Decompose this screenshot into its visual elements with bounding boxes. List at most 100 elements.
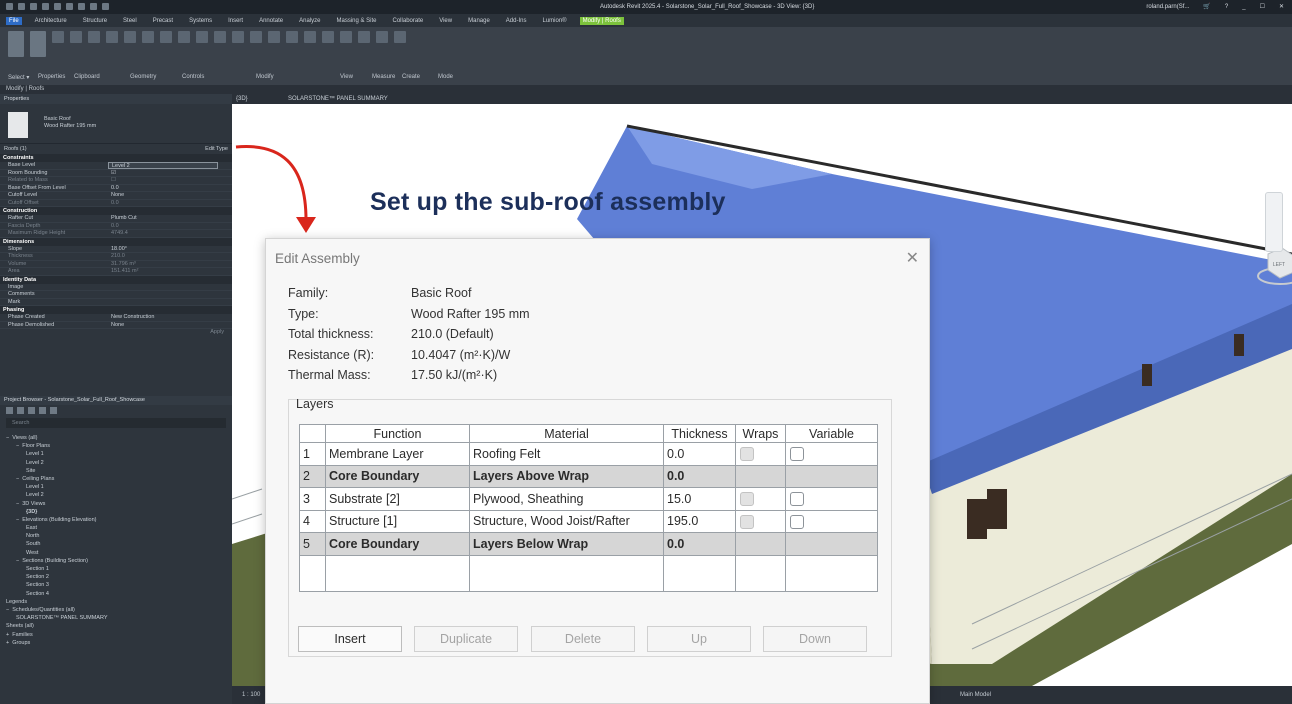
property-row[interactable]: Maximum Ridge Height 4749.4 bbox=[0, 230, 232, 238]
property-row[interactable]: Area 151.411 m² bbox=[0, 268, 232, 276]
layer-thickness[interactable]: 15.0 bbox=[663, 487, 736, 511]
tree-toggle-icon[interactable]: − bbox=[16, 476, 19, 482]
tab-insert[interactable]: Insert bbox=[225, 17, 246, 25]
property-value[interactable]: 31.796 m³ bbox=[108, 261, 232, 268]
property-row[interactable]: Base Level Level 2 bbox=[0, 162, 232, 170]
layer-thickness[interactable]: 0.0 bbox=[663, 532, 736, 556]
cope-icon[interactable] bbox=[124, 31, 136, 43]
browser-tree-item[interactable]: − Schedules/Quantities (all) bbox=[0, 606, 232, 614]
tree-toggle-icon[interactable]: + bbox=[6, 632, 9, 638]
table-row[interactable]: 4 Structure [1] Structure, Wood Joist/Raft… bbox=[299, 509, 878, 533]
browser-tree-item[interactable]: − Elevations (Building Elevation) bbox=[0, 516, 232, 524]
browser-tree-item[interactable]: North bbox=[0, 532, 232, 540]
rotate-icon[interactable] bbox=[214, 31, 226, 43]
property-section-header[interactable]: Constraints bbox=[0, 154, 232, 162]
property-section-header[interactable]: Phasing bbox=[0, 306, 232, 314]
property-section-header[interactable]: Construction bbox=[0, 207, 232, 215]
tab-collaborate[interactable]: Collaborate bbox=[390, 17, 427, 25]
property-row[interactable]: Phase Created New Construction bbox=[0, 314, 232, 322]
paste-icon[interactable] bbox=[52, 31, 64, 43]
revit-logo-icon[interactable] bbox=[6, 3, 13, 10]
browser-tree-item[interactable]: −3D Views bbox=[0, 500, 232, 508]
layer-function[interactable]: Membrane Layer bbox=[325, 442, 470, 466]
duplicate-button[interactable]: Duplicate bbox=[414, 626, 518, 652]
help-icon[interactable]: ? bbox=[1225, 0, 1228, 14]
property-value[interactable]: 151.411 m² bbox=[108, 268, 232, 275]
browser-tree-item[interactable]: Level 1 bbox=[0, 483, 232, 491]
property-row[interactable]: Cutoff Level None bbox=[0, 192, 232, 200]
layer-function[interactable]: Core Boundary bbox=[325, 464, 470, 488]
tab-view[interactable]: View bbox=[436, 17, 455, 25]
measure-icon[interactable] bbox=[78, 3, 85, 10]
browser-tree-item[interactable]: East bbox=[0, 524, 232, 532]
navigation-bar[interactable] bbox=[1265, 192, 1283, 252]
tree-toggle-icon[interactable]: − bbox=[16, 517, 19, 523]
browser-tree-item[interactable]: Section 1 bbox=[0, 565, 232, 573]
browser-tree-item[interactable]: − Floor Plans bbox=[0, 442, 232, 450]
edit-footprint-icon[interactable] bbox=[394, 31, 406, 43]
delete-button[interactable]: Delete bbox=[531, 626, 635, 652]
create-group-icon[interactable] bbox=[376, 31, 388, 43]
browser-tree-item[interactable]: Section 2 bbox=[0, 573, 232, 581]
layer-function[interactable]: Structure [1] bbox=[325, 509, 470, 533]
print-icon[interactable] bbox=[66, 3, 73, 10]
layer-thickness[interactable]: 0.0 bbox=[663, 464, 736, 488]
restore-button[interactable]: ☐ bbox=[1260, 0, 1265, 14]
property-value[interactable]: None bbox=[108, 322, 232, 329]
quick-access-toolbar[interactable] bbox=[6, 0, 109, 10]
tab-manage[interactable]: Manage bbox=[465, 17, 493, 25]
wraps-checkbox[interactable] bbox=[740, 447, 754, 462]
tab-add-ins[interactable]: Add-Ins bbox=[503, 17, 530, 25]
layer-material[interactable]: Roofing Felt bbox=[469, 442, 664, 466]
tree-toggle-icon[interactable]: − bbox=[6, 607, 9, 613]
layer-material[interactable]: Layers Above Wrap bbox=[469, 464, 664, 488]
browser-tool-icon[interactable] bbox=[28, 407, 35, 414]
browser-tree-item[interactable]: Sheets (all) bbox=[0, 622, 232, 630]
cut-icon[interactable] bbox=[70, 31, 82, 43]
scale-icon[interactable] bbox=[286, 31, 298, 43]
tab-lumion[interactable]: Lumion® bbox=[539, 17, 569, 25]
property-row[interactable]: Phase Demolished None bbox=[0, 322, 232, 329]
browser-tree-item[interactable]: Section 4 bbox=[0, 590, 232, 598]
hide-icon[interactable] bbox=[340, 31, 352, 43]
tree-toggle-icon[interactable]: − bbox=[16, 501, 19, 507]
property-row[interactable]: Related to Mass ☐ bbox=[0, 177, 232, 185]
tab-systems[interactable]: Systems bbox=[186, 17, 215, 25]
browser-tree-item[interactable]: South bbox=[0, 540, 232, 548]
table-row[interactable]: 1 Membrane Layer Roofing Felt 0.0 bbox=[299, 442, 878, 466]
open-icon[interactable] bbox=[18, 3, 25, 10]
browser-tree-item[interactable]: + Families bbox=[0, 631, 232, 639]
tab-massing-site[interactable]: Massing & Site bbox=[333, 17, 379, 25]
join-icon[interactable] bbox=[106, 31, 118, 43]
browser-tool-icon[interactable] bbox=[6, 407, 13, 414]
property-row[interactable]: Fascia Depth 0.0 bbox=[0, 223, 232, 230]
tab-analyze[interactable]: Analyze bbox=[296, 17, 323, 25]
browser-tree-item[interactable]: − Sections (Building Section) bbox=[0, 557, 232, 565]
close-window-button[interactable]: ✕ bbox=[1279, 0, 1284, 14]
text-icon[interactable] bbox=[90, 3, 97, 10]
table-row[interactable]: 2 Core Boundary Layers Above Wrap 0.0 bbox=[299, 464, 878, 488]
measure-tool-icon[interactable] bbox=[358, 31, 370, 43]
3d-view-icon[interactable] bbox=[102, 3, 109, 10]
undo-icon[interactable] bbox=[42, 3, 49, 10]
redo-icon[interactable] bbox=[54, 3, 61, 10]
wraps-checkbox[interactable] bbox=[740, 514, 754, 529]
tree-toggle-icon[interactable]: − bbox=[16, 443, 19, 449]
browser-tool-icon[interactable] bbox=[39, 407, 46, 414]
array-icon[interactable] bbox=[268, 31, 280, 43]
tab-structure[interactable]: Structure bbox=[80, 17, 110, 25]
tab-modify-roofs[interactable]: Modify | Roofs bbox=[579, 16, 624, 25]
layer-function[interactable]: Substrate [2] bbox=[325, 487, 470, 511]
browser-tree-item[interactable]: + Groups bbox=[0, 639, 232, 647]
property-row[interactable]: Comments bbox=[0, 291, 232, 299]
property-value[interactable] bbox=[108, 291, 232, 298]
properties-tool-icon[interactable] bbox=[30, 31, 46, 57]
insert-button[interactable]: Insert bbox=[298, 626, 402, 652]
table-row[interactable]: 5 Core Boundary Layers Below Wrap 0.0 bbox=[299, 532, 878, 556]
property-row[interactable]: Mark bbox=[0, 299, 232, 306]
type-selector[interactable]: Basic Roof Wood Rafter 195 mm bbox=[0, 104, 232, 144]
property-value[interactable] bbox=[108, 299, 232, 306]
browser-tree-item[interactable]: − Views (all) bbox=[0, 434, 232, 442]
delete-icon[interactable] bbox=[322, 31, 334, 43]
tab-precast[interactable]: Precast bbox=[150, 17, 176, 25]
